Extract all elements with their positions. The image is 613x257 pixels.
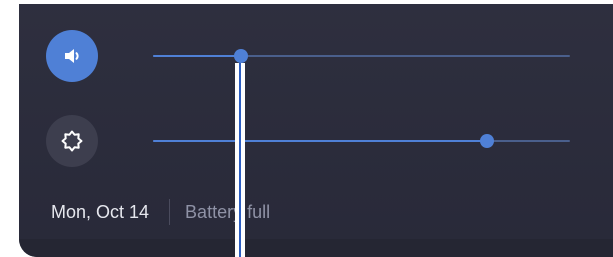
- date-label[interactable]: Mon, Oct 14: [51, 202, 149, 223]
- brightness-icon: [60, 129, 84, 153]
- volume-slider-fill: [153, 55, 241, 57]
- brightness-slider-fill: [153, 140, 487, 142]
- brightness-button[interactable]: [46, 115, 98, 167]
- volume-icon: [61, 45, 83, 67]
- volume-row: [19, 25, 613, 85]
- brightness-row: [19, 110, 613, 170]
- brightness-slider-thumb[interactable]: [479, 134, 494, 148]
- status-divider: [169, 199, 171, 225]
- quick-settings-panel: Mon, Oct 14 Battery full: [19, 4, 613, 257]
- panel-bottom-edge: [19, 239, 613, 257]
- volume-slider[interactable]: [153, 49, 570, 63]
- volume-slider-thumb[interactable]: [233, 49, 248, 63]
- mute-toggle-button[interactable]: [46, 30, 98, 82]
- screen: Mon, Oct 14 Battery full: [0, 0, 613, 257]
- text-cursor-icon: [235, 63, 245, 257]
- battery-status[interactable]: Battery full: [185, 202, 270, 223]
- brightness-slider[interactable]: [153, 134, 570, 148]
